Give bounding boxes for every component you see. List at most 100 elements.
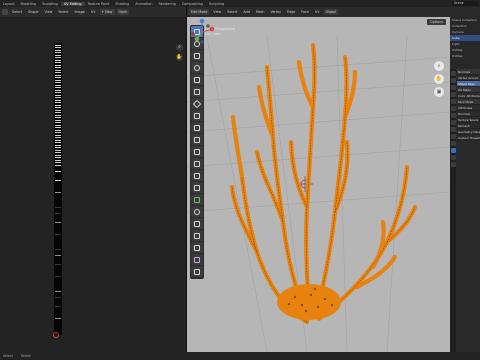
uv-island-edge[interactable]	[55, 171, 61, 172]
uv-island-edge[interactable]	[55, 120, 61, 121]
tool-spin-icon[interactable]	[191, 206, 203, 217]
uv-island-edge[interactable]	[55, 117, 61, 118]
uv-island-edge[interactable]	[55, 132, 61, 133]
vp-menu-vertex[interactable]: Vertex	[269, 9, 284, 15]
uv-island-edge[interactable]	[55, 180, 61, 181]
uv-island-edge[interactable]	[55, 60, 61, 61]
editor-type-icon[interactable]	[2, 9, 8, 15]
uv-island-edge[interactable]	[55, 130, 61, 131]
uv-island-edge[interactable]	[55, 162, 61, 163]
props-section[interactable]: Custom Properties	[457, 135, 480, 141]
vp-menu-select[interactable]: Select	[225, 9, 239, 15]
uv-island-edge[interactable]	[55, 77, 61, 78]
uv-island-edge[interactable]	[55, 222, 61, 223]
uv-island-edge[interactable]	[55, 62, 61, 63]
uv-island-edge[interactable]	[55, 80, 61, 81]
uv-menu-view[interactable]: View	[43, 9, 55, 15]
uv-island-edge[interactable]	[55, 92, 61, 93]
tool-bevel-icon[interactable]	[191, 158, 203, 169]
3d-viewport[interactable]: User Perspective (0) Cube Options ⌕ ✋ ▣	[187, 17, 450, 352]
uv-island-edge[interactable]	[55, 105, 61, 106]
uv-island-edge[interactable]	[55, 112, 61, 113]
vp-menu-add[interactable]: Add	[241, 9, 251, 15]
uv-island-edge[interactable]	[55, 147, 61, 148]
uv-island-edge[interactable]	[55, 207, 61, 208]
uv-menu-select[interactable]: Select	[56, 9, 70, 15]
uv-menu-image[interactable]: Image	[73, 9, 87, 15]
uv-island-edge[interactable]	[55, 67, 61, 68]
uv-island-edge[interactable]	[55, 276, 61, 277]
vp-menu-uv[interactable]: UV	[313, 9, 322, 15]
pan-hand-icon[interactable]: ✋	[176, 54, 183, 61]
tab-layout[interactable]: Layout	[0, 2, 18, 6]
vp-menu-edge[interactable]: Edge	[285, 9, 297, 15]
uv-shape-label[interactable]: Shape	[26, 9, 40, 15]
uv-island-edge[interactable]	[55, 135, 61, 136]
uv-island-strip[interactable]	[54, 43, 62, 335]
uv-island-edge[interactable]	[55, 102, 61, 103]
tab-scripting[interactable]: Scripting	[206, 2, 227, 6]
uv-island-edge[interactable]	[55, 85, 61, 86]
zoom-icon[interactable]: ⌕	[176, 44, 183, 51]
tab-animation[interactable]: Animation	[132, 2, 155, 6]
tool-measure-icon[interactable]	[191, 110, 203, 121]
uv-island-edge[interactable]	[55, 75, 61, 76]
tool-rip-region-icon[interactable]	[191, 266, 203, 277]
output-props-icon[interactable]	[450, 85, 456, 90]
uv-island-edge[interactable]	[55, 87, 61, 88]
tab-texture-paint[interactable]: Texture Paint	[85, 2, 113, 6]
pan-view-icon[interactable]: ✋	[434, 74, 444, 84]
uv-island-edge[interactable]	[55, 150, 61, 151]
uv-island-edge[interactable]	[55, 70, 61, 71]
uv-island-edge[interactable]	[55, 52, 61, 53]
vp-menu-view[interactable]: View	[211, 9, 223, 15]
tab-rendering[interactable]: Rendering	[155, 2, 178, 6]
uv-island-edge[interactable]	[55, 45, 61, 46]
transform-orientation-dropdown[interactable]: Global	[323, 9, 339, 15]
tool-edge-slide-icon[interactable]	[191, 230, 203, 241]
uv-island-edge[interactable]	[55, 127, 61, 128]
uv-island-edge[interactable]	[55, 137, 61, 138]
uv-island-edge[interactable]	[55, 155, 61, 156]
tool-add-cube-icon[interactable]	[191, 122, 203, 133]
texture-props-icon[interactable]	[450, 162, 456, 167]
uv-island-edge[interactable]	[55, 318, 61, 319]
uv-island-edge[interactable]	[55, 110, 61, 111]
uv-island-edge[interactable]	[55, 100, 61, 101]
uv-island-edge[interactable]	[55, 213, 61, 214]
tool-knife-icon[interactable]	[191, 182, 203, 193]
view-layer-props-icon[interactable]	[450, 92, 456, 97]
uv-island-edge[interactable]	[55, 140, 61, 141]
uv-island-edge[interactable]	[55, 57, 61, 58]
scene-selector[interactable]: Scene	[452, 1, 478, 6]
uv-island-edge[interactable]	[55, 249, 61, 250]
tool-rotate-icon[interactable]	[191, 62, 203, 73]
camera-view-icon[interactable]: ▣	[434, 87, 444, 97]
tool-shrink-fatten-icon[interactable]	[191, 242, 203, 253]
vp-menu-mesh[interactable]: Mesh	[254, 9, 267, 15]
uv-island-edge[interactable]	[55, 160, 61, 161]
tool-inset-icon[interactable]	[191, 146, 203, 157]
tab-sculpting[interactable]: Sculpting	[39, 2, 61, 6]
uv-select-mode-label[interactable]: Select	[10, 9, 24, 15]
uv-editor-canvas[interactable]: ⌕ ✋	[0, 17, 187, 352]
outliner-row[interactable]: UVMap	[450, 53, 480, 59]
uv-island-edge[interactable]	[55, 90, 61, 91]
uv-island-edge[interactable]	[55, 306, 61, 307]
tab-uv-editing[interactable]: UV Editing	[60, 1, 85, 6]
uv-island-edge[interactable]	[55, 291, 61, 292]
physics-props-icon[interactable]	[450, 134, 456, 139]
uv-island-edge[interactable]	[55, 142, 61, 143]
tool-transform-icon[interactable]	[191, 86, 203, 97]
tool-extrude-icon[interactable]	[191, 134, 203, 145]
constraints-props-icon[interactable]	[450, 141, 456, 146]
uv-island-edge[interactable]	[55, 157, 61, 158]
particles-props-icon[interactable]	[450, 127, 456, 132]
tab-shading[interactable]: Shading	[112, 2, 132, 6]
object-props-icon[interactable]	[450, 113, 456, 118]
modifier-props-icon[interactable]	[450, 120, 456, 125]
tab-compositing[interactable]: Compositing	[179, 2, 206, 6]
uv-island-edge[interactable]	[55, 145, 61, 146]
material-props-icon[interactable]	[450, 155, 456, 160]
uv-island-edge[interactable]	[55, 47, 61, 48]
